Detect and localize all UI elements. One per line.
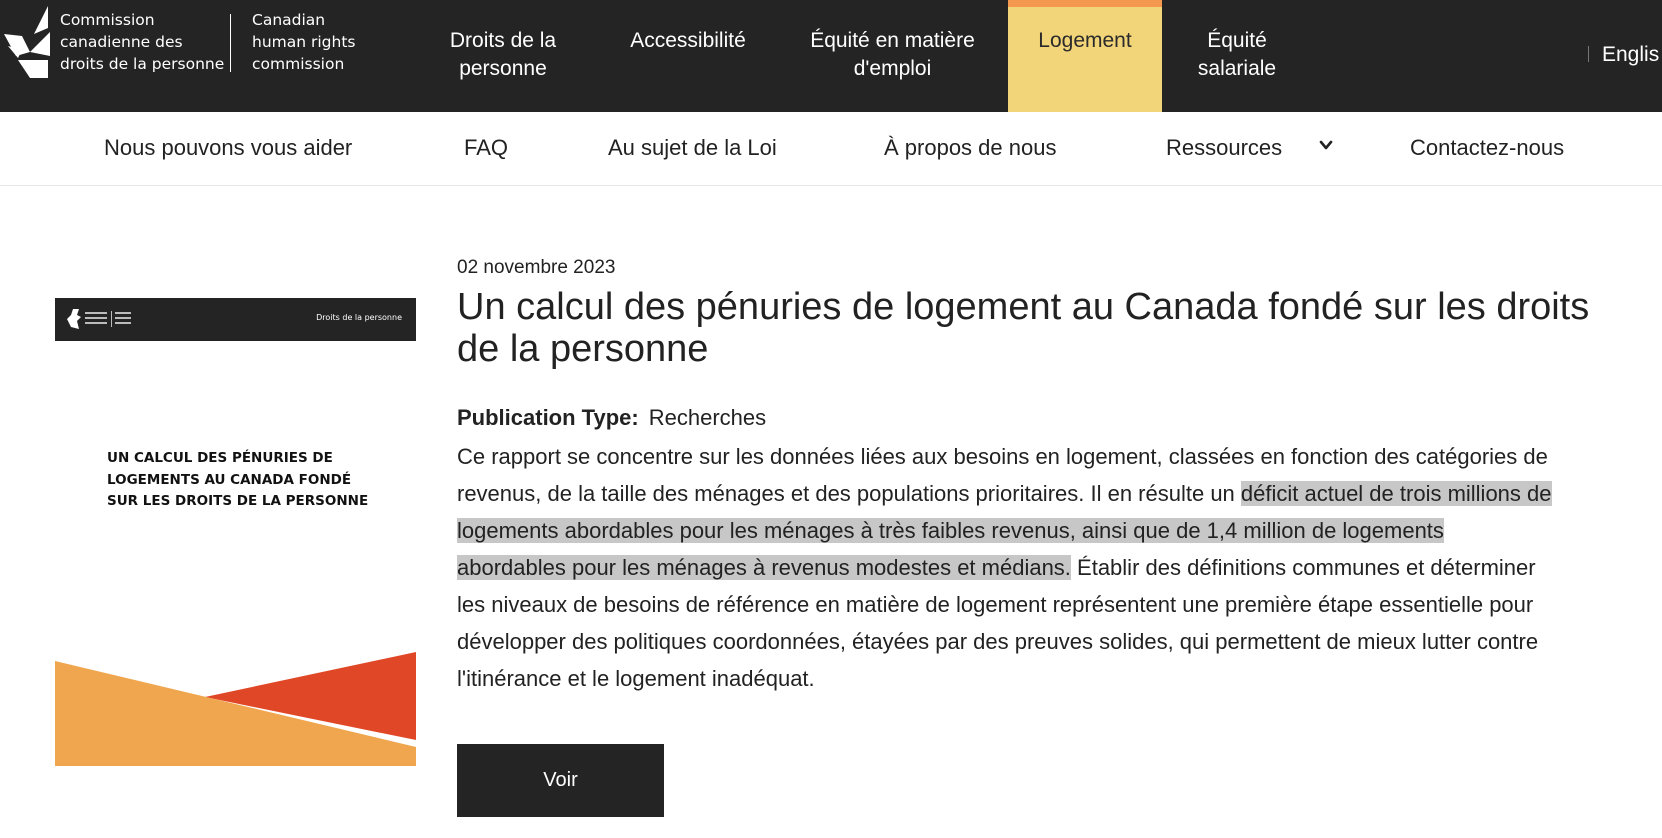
description-text: revenus, de la taille des ménages et des… [457,481,1241,506]
logo-text-fr: Commission canadienne des droits de la p… [60,9,224,75]
logo-fr-line: Commission [60,11,155,29]
logo-fr-line: droits de la personne [60,55,225,73]
publication-type-value: Recherches [648,405,767,430]
cover-title-line: SUR LES DROITS DE LA PERSONNE [107,493,369,509]
nav-label: Logement [1038,29,1132,52]
publication-type-label: Publication Type: [457,405,639,430]
highlighted-text: déficit actuel de trois millions de [1240,481,1552,506]
nav-accessibilite[interactable]: Accessibilité [610,0,766,112]
nav-label: d'emploi [853,57,932,80]
subnav-contactez-nous[interactable]: Contactez-nous [1410,134,1564,162]
description-line: logements abordables pour les ménages à … [457,512,1647,549]
subnav-faq[interactable]: FAQ [464,134,508,162]
highlighted-text: abordables pour les ménages à revenus mo… [457,555,1071,580]
nav-logement[interactable]: Logement [1008,0,1162,112]
nav-label: Équité [1207,29,1267,52]
title-line: Un calcul des pénuries de logement au Ca… [457,286,1590,328]
description-line: Ce rapport se concentre sur les données … [457,444,1548,469]
cover-bar-label: Droits de la personne [316,313,402,322]
cover-title-line: LOGEMENTS AU CANADA FONDÉ [107,471,352,488]
nav-label: personne [459,57,547,80]
cover-logo-icon [67,309,131,329]
description-line: revenus, de la taille des ménages et des… [457,475,1647,512]
cover-title-line: UN CALCUL DES PÉNURIES DE [107,450,333,466]
description-line: l'itinérance et le logement inadéquat. [457,666,815,691]
language-separator [1588,46,1589,62]
subnav-a-propos-de-nous[interactable]: À propos de nous [884,134,1056,162]
nav-label: Droits de la [449,29,557,52]
publication-cover-image: Droits de la personne UN CALCUL DES PÉNU… [55,298,416,766]
title-line: de la personne [457,328,709,370]
publication-date: 02 novembre 2023 [457,257,616,278]
subnav-ressources[interactable]: Ressources [1166,134,1282,162]
subnav-au-sujet-de-la-loi[interactable]: Au sujet de la Loi [608,134,777,162]
logo-divider [230,14,231,72]
publication-type: Publication Type: Recherches [457,404,766,432]
maple-leaf-logo-icon [4,6,50,78]
subnav-nous-pouvons-vous-aider[interactable]: Nous pouvons vous aider [104,134,352,162]
cover-title: UN CALCUL DES PÉNURIES DE LOGEMENTS AU C… [107,448,369,513]
description-line: abordables pour les ménages à revenus mo… [457,549,1647,586]
description-line: les niveaux de besoins de référence en m… [457,592,1534,617]
logo-fr-line: canadienne des [60,33,183,51]
logo-en-line: human rights [252,33,356,51]
nav-droits-de-la-personne[interactable]: Droits de la personne [434,0,572,112]
secondary-nav: Nous pouvons vous aider FAQ Au sujet de … [0,112,1662,186]
logo-text-en: Canadian human rights commission [252,9,356,75]
nav-label: Équité en matière [810,29,975,52]
page-title: Un calcul des pénuries de logement au Ca… [457,286,1637,370]
site-logo[interactable]: Commission canadienne des droits de la p… [4,6,356,78]
voir-button[interactable]: Voir [457,744,664,817]
language-toggle-link[interactable]: Englis [1602,41,1659,69]
chevron-down-icon[interactable] [1318,137,1334,153]
logo-en-line: Canadian [252,11,326,29]
description-line: développer des politiques coordonnées, é… [457,629,1539,654]
description-text: Établir des définitions communes et déte… [1070,555,1536,580]
highlighted-text: logements abordables pour les ménages à … [457,518,1444,543]
nav-equite-emploi[interactable]: Équité en matière d'emploi [800,0,985,112]
nav-label: Accessibilité [630,29,746,52]
nav-equite-salariale[interactable]: Équité salariale [1186,0,1288,112]
publication-description: Ce rapport se concentre sur les données … [457,438,1647,697]
cover-header-bar: Droits de la personne [55,298,416,341]
top-header: Commission canadienne des droits de la p… [0,0,1662,112]
logo-en-line: commission [252,55,345,73]
cover-decorative-shapes [55,652,416,766]
nav-label: salariale [1197,57,1277,80]
